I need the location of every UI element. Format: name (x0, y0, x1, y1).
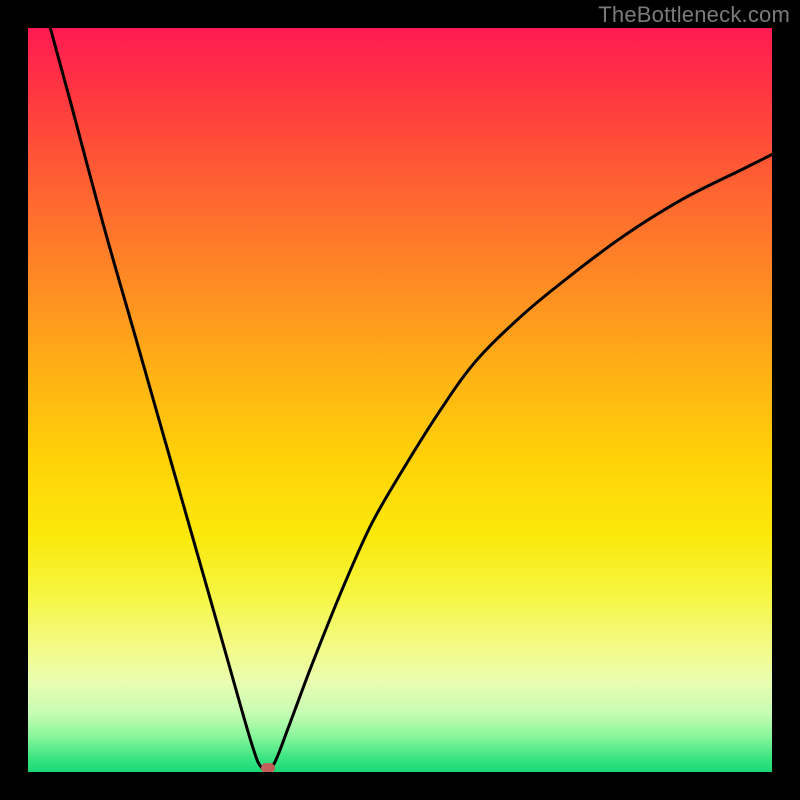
bottleneck-curve (28, 28, 772, 772)
chart-frame: TheBottleneck.com (0, 0, 800, 800)
optimal-point-marker (261, 763, 275, 772)
watermark-text: TheBottleneck.com (598, 2, 790, 28)
plot-area (28, 28, 772, 772)
curve-path (50, 28, 772, 771)
